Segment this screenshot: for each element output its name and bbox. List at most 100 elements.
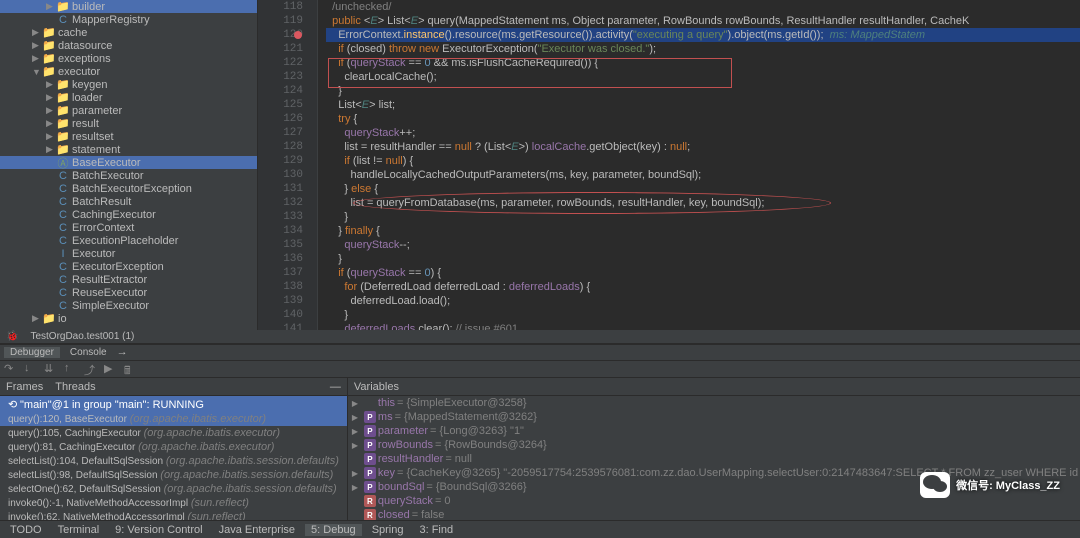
line-number[interactable]: 119: [258, 14, 303, 28]
tree-item[interactable]: CBatchExecutorException: [0, 182, 257, 195]
code-line[interactable]: }: [326, 308, 1080, 322]
tree-item[interactable]: ▶📁keygen: [0, 78, 257, 91]
tree-item[interactable]: ▶📁cache: [0, 26, 257, 39]
code-line[interactable]: try {: [326, 112, 1080, 126]
minimize-icon[interactable]: —: [330, 381, 341, 393]
tree-item[interactable]: ▶📁result: [0, 117, 257, 130]
line-number[interactable]: 141: [258, 322, 303, 330]
code-line[interactable]: handleLocallyCachedOutputParameters(ms, …: [326, 168, 1080, 182]
bottom-tab[interactable]: 3: Find: [413, 524, 459, 536]
debug-run-tab[interactable]: 🐞 TestOrgDao.test001 (1): [0, 330, 1080, 344]
line-number[interactable]: 128: [258, 140, 303, 154]
code-line[interactable]: for (DeferredLoad deferredLoad : deferre…: [326, 280, 1080, 294]
line-number[interactable]: 123: [258, 70, 303, 84]
line-number[interactable]: 132: [258, 196, 303, 210]
line-number[interactable]: 138: [258, 280, 303, 294]
code-line[interactable]: } finally {: [326, 224, 1080, 238]
step-over-icon[interactable]: ↷: [4, 362, 18, 376]
line-number[interactable]: 118: [258, 0, 303, 14]
tree-item[interactable]: ▶📁statement: [0, 143, 257, 156]
stack-frame[interactable]: selectOne():62, DefaultSqlSession (org.a…: [0, 482, 347, 496]
stack-frame[interactable]: invoke0():-1, NativeMethodAccessorImpl (…: [0, 496, 347, 510]
variable-row[interactable]: ▶P parameter = {Long@3263} "1": [348, 424, 1080, 438]
tree-item[interactable]: CExecutionPlaceholder: [0, 234, 257, 247]
tree-item[interactable]: ▶📁builder: [0, 0, 257, 13]
code-line[interactable]: List<E> list;: [326, 98, 1080, 112]
bottom-toolbar[interactable]: TODOTerminal9: Version ControlJava Enter…: [0, 520, 1080, 538]
code-line[interactable]: deferredLoads.clear(); // issue #601: [326, 322, 1080, 330]
line-number[interactable]: 139: [258, 294, 303, 308]
restore-icon[interactable]: ⟲: [8, 399, 17, 411]
code-line[interactable]: public <E> List<E> query(MappedStatement…: [326, 14, 1080, 28]
code-line[interactable]: queryStack++;: [326, 126, 1080, 140]
tree-item[interactable]: IExecutor: [0, 247, 257, 260]
tree-item[interactable]: CReuseExecutor: [0, 286, 257, 299]
tree-item[interactable]: ▶📁io: [0, 312, 257, 325]
tree-item[interactable]: ▶📁parameter: [0, 104, 257, 117]
tree-item[interactable]: ▶📁datasource: [0, 39, 257, 52]
tree-item[interactable]: ▶📁exceptions: [0, 52, 257, 65]
tree-item[interactable]: CBatchExecutor: [0, 169, 257, 182]
bottom-tab[interactable]: Spring: [366, 524, 410, 536]
variable-row[interactable]: ▶ this = {SimpleExecutor@3258}: [348, 396, 1080, 410]
frames-tab[interactable]: Frames: [6, 381, 43, 393]
code-editor[interactable]: 1181191201211221231241251261271281291301…: [258, 0, 1080, 330]
variable-row[interactable]: ▶P rowBounds = {RowBounds@3264}: [348, 438, 1080, 452]
line-number[interactable]: 125: [258, 98, 303, 112]
run-to-cursor-icon[interactable]: ▶: [104, 362, 118, 376]
tree-item[interactable]: ▶📁loader: [0, 91, 257, 104]
stack-frame[interactable]: query():81, CachingExecutor (org.apache.…: [0, 440, 347, 454]
line-number[interactable]: 127: [258, 126, 303, 140]
tree-item[interactable]: CErrorContext: [0, 221, 257, 234]
stack-frame[interactable]: selectList():98, DefaultSqlSession (org.…: [0, 468, 347, 482]
step-out-icon[interactable]: ↑: [64, 362, 78, 376]
line-number[interactable]: 130: [258, 168, 303, 182]
line-number[interactable]: 121: [258, 42, 303, 56]
variable-row[interactable]: P resultHandler = null: [348, 452, 1080, 466]
bottom-tab[interactable]: 5: Debug: [305, 524, 362, 536]
project-tree[interactable]: ▶📁builderCMapperRegistry▶📁cache▶📁datasou…: [0, 0, 258, 330]
force-step-icon[interactable]: ⇊: [44, 362, 58, 376]
tab-console[interactable]: Console: [64, 347, 113, 358]
line-number[interactable]: 131: [258, 182, 303, 196]
code-line[interactable]: queryStack--;: [326, 238, 1080, 252]
code-line[interactable]: list = queryFromDatabase(ms, parameter, …: [326, 196, 1080, 210]
code-area[interactable]: /unchecked/ public <E> List<E> query(Map…: [318, 0, 1080, 330]
code-line[interactable]: if (queryStack == 0 && ms.isFlushCacheRe…: [326, 56, 1080, 70]
drop-frame-icon[interactable]: ⤴: [84, 362, 98, 376]
code-line[interactable]: }: [326, 210, 1080, 224]
tree-item[interactable]: ▼📁executor: [0, 65, 257, 78]
tab-debugger[interactable]: Debugger: [4, 347, 60, 358]
threads-tab[interactable]: Threads: [55, 381, 95, 393]
bottom-tab[interactable]: TODO: [4, 524, 48, 536]
line-number[interactable]: 133: [258, 210, 303, 224]
code-line[interactable]: if (queryStack == 0) {: [326, 266, 1080, 280]
stack-frame[interactable]: query():105, CachingExecutor (org.apache…: [0, 426, 347, 440]
line-number[interactable]: 126: [258, 112, 303, 126]
tree-item[interactable]: CExecutorException: [0, 260, 257, 273]
bottom-tab[interactable]: Java Enterprise: [213, 524, 301, 536]
bottom-tab[interactable]: 9: Version Control: [109, 524, 208, 536]
tree-item[interactable]: CMapperRegistry: [0, 13, 257, 26]
code-line[interactable]: clearLocalCache();: [326, 70, 1080, 84]
evaluate-icon[interactable]: 🖩: [124, 362, 138, 376]
variable-row[interactable]: ▶P ms = {MappedStatement@3262}: [348, 410, 1080, 424]
tree-item[interactable]: ⒶBaseExecutor: [0, 156, 257, 169]
line-number[interactable]: 137: [258, 266, 303, 280]
line-number[interactable]: 134: [258, 224, 303, 238]
line-number[interactable]: 120: [258, 28, 303, 42]
tree-item[interactable]: CCachingExecutor: [0, 208, 257, 221]
line-number[interactable]: 122: [258, 56, 303, 70]
code-line[interactable]: if (closed) throw new ExecutorException(…: [326, 42, 1080, 56]
debug-toolbar[interactable]: ↷ ↓ ⇊ ↑ ⤴ ▶ 🖩: [0, 361, 1080, 378]
tree-item[interactable]: CBatchResult: [0, 195, 257, 208]
line-number[interactable]: 129: [258, 154, 303, 168]
line-number[interactable]: 140: [258, 308, 303, 322]
code-line[interactable]: if (list != null) {: [326, 154, 1080, 168]
code-line[interactable]: } else {: [326, 182, 1080, 196]
code-line[interactable]: ErrorContext.instance().resource(ms.getR…: [326, 28, 1080, 42]
code-line[interactable]: /unchecked/: [326, 0, 1080, 14]
code-line[interactable]: }: [326, 84, 1080, 98]
debug-tabs[interactable]: Debugger Console →: [0, 345, 1080, 361]
step-into-icon[interactable]: ↓: [24, 362, 38, 376]
